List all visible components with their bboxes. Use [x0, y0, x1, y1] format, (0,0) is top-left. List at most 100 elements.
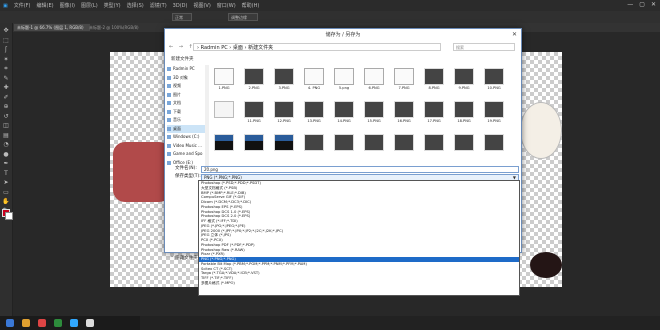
- background-color-swatch[interactable]: [5, 212, 13, 220]
- eraser-tool-icon[interactable]: ◫: [2, 122, 10, 129]
- blur-tool-icon[interactable]: ◔: [2, 141, 10, 148]
- file-item[interactable]: [303, 133, 325, 160]
- file-item[interactable]: 11.PNG: [243, 100, 265, 127]
- file-item[interactable]: 3.PNG: [273, 67, 295, 94]
- dialog-toolbar: 新建文件夹: [165, 55, 521, 63]
- file-name: 10.PNG: [487, 86, 501, 90]
- shape-tool-icon[interactable]: ▭: [2, 189, 10, 196]
- mode-button[interactable]: 正常: [172, 13, 192, 21]
- file-item[interactable]: 12.PNG: [273, 100, 295, 127]
- file-item[interactable]: 4. PNG: [303, 67, 325, 94]
- taskbar-app-icon[interactable]: [86, 319, 94, 327]
- file-item[interactable]: 16.PNG: [393, 100, 415, 127]
- eyedropper-tool-icon[interactable]: ✎: [2, 75, 10, 82]
- file-item[interactable]: [213, 133, 235, 160]
- menu-item[interactable]: 帮助(H): [239, 2, 263, 9]
- file-item[interactable]: 14.PNG: [333, 100, 355, 127]
- brush-tool-icon[interactable]: ✐: [2, 94, 10, 101]
- file-item[interactable]: [393, 133, 415, 160]
- search-input[interactable]: 搜索: [453, 43, 515, 51]
- file-item[interactable]: 2.PNG: [243, 67, 265, 94]
- menu-item[interactable]: 文件(F): [11, 2, 34, 9]
- nav-item[interactable]: 图片: [167, 91, 207, 99]
- type-tool-icon[interactable]: T: [2, 170, 10, 177]
- menu-item[interactable]: 视图(V): [190, 2, 213, 9]
- dodge-tool-icon[interactable]: ●: [2, 151, 10, 158]
- file-item[interactable]: 8.PNG: [423, 67, 445, 94]
- nav-item[interactable]: 视频: [167, 82, 207, 90]
- menu-item[interactable]: 类型(Y): [101, 2, 124, 9]
- nav-item[interactable]: 文档: [167, 99, 207, 107]
- gradient-tool-icon[interactable]: ▤: [2, 132, 10, 139]
- nav-item[interactable]: Windows (C:): [167, 133, 207, 141]
- menu-item[interactable]: 3D(D): [170, 3, 191, 9]
- file-thumbnail: [274, 68, 294, 85]
- file-item[interactable]: 17.PNG: [423, 100, 445, 127]
- menu-item[interactable]: 编辑(E): [34, 2, 57, 9]
- stamp-tool-icon[interactable]: ⊕: [2, 103, 10, 110]
- menu-item[interactable]: 选择(S): [124, 2, 147, 9]
- file-item[interactable]: [213, 100, 235, 127]
- filename-field[interactable]: 20.png: [201, 166, 519, 173]
- file-item[interactable]: 5.png: [333, 67, 355, 94]
- file-item[interactable]: [453, 133, 475, 160]
- taskbar-app-icon[interactable]: [38, 319, 46, 327]
- file-item[interactable]: 13.PNG: [303, 100, 325, 127]
- lasso-tool-icon[interactable]: ʃ: [2, 46, 10, 53]
- menu-item[interactable]: 窗口(W): [214, 2, 239, 9]
- taskbar-app-icon[interactable]: [70, 319, 78, 327]
- new-folder-button[interactable]: 新建文件夹: [171, 56, 194, 62]
- file-item[interactable]: [483, 133, 505, 160]
- history-tool-icon[interactable]: ↺: [2, 113, 10, 120]
- nav-item[interactable]: Radmin PC: [167, 65, 207, 73]
- tab-document-1[interactable]: 未标题-1 @ 66.7% (图层 1, RGB/8): [14, 24, 90, 31]
- menu-item[interactable]: 滤镜(T): [147, 2, 170, 9]
- file-item[interactable]: 7.PNG: [393, 67, 415, 94]
- nav-item[interactable]: Video Music ...: [167, 142, 207, 150]
- nav-item[interactable]: 音乐: [167, 116, 207, 124]
- nav-item[interactable]: 3D 对象: [167, 74, 207, 82]
- file-item[interactable]: 18.PNG: [453, 100, 475, 127]
- move-tool-icon[interactable]: ✥: [2, 27, 10, 34]
- file-item[interactable]: [363, 133, 385, 160]
- nav-scrollbar[interactable]: [205, 65, 209, 169]
- refine-edge-button[interactable]: 调整边缘: [228, 13, 258, 21]
- file-item[interactable]: [243, 133, 265, 160]
- nav-item[interactable]: 下载: [167, 108, 207, 116]
- file-item[interactable]: 6.PNG: [363, 67, 385, 94]
- taskbar-app-icon[interactable]: [54, 319, 62, 327]
- file-item[interactable]: [333, 133, 355, 160]
- nav-item[interactable]: 桌面: [167, 124, 207, 133]
- nav-item[interactable]: Game and Spo: [167, 150, 207, 158]
- breadcrumb[interactable]: › Radmin PC › 桌面 › 新建文件夹: [193, 43, 441, 51]
- taskbar-app-icon[interactable]: [22, 319, 30, 327]
- marquee-tool-icon[interactable]: ⬚: [2, 37, 10, 44]
- nav-item-label: 视频: [173, 83, 181, 88]
- nav-arrows-icon[interactable]: ← → ↑: [169, 44, 195, 50]
- file-thumbnail: [244, 68, 264, 85]
- pen-tool-icon[interactable]: ✒: [2, 160, 10, 167]
- menu-item[interactable]: 图像(I): [57, 2, 78, 9]
- minimize-icon[interactable]: —: [627, 1, 633, 8]
- file-item[interactable]: [273, 133, 295, 160]
- taskbar-app-icon[interactable]: [6, 319, 14, 327]
- maximize-icon[interactable]: ▢: [639, 1, 645, 8]
- hand-tool-icon[interactable]: ✋: [2, 198, 10, 205]
- crop-tool-icon[interactable]: ⌗: [2, 65, 10, 72]
- file-item[interactable]: 10.PNG: [483, 67, 505, 94]
- tab-document-2[interactable]: 未标题-2 @ 100%(RGB/8): [86, 24, 162, 31]
- heal-tool-icon[interactable]: ✚: [2, 84, 10, 91]
- path-tool-icon[interactable]: ➤: [2, 179, 10, 186]
- format-option[interactable]: 多图片格式 (*.MPO): [199, 281, 519, 286]
- file-item[interactable]: 19.PNG: [483, 100, 505, 127]
- file-item[interactable]: 15.PNG: [363, 100, 385, 127]
- close-window-icon[interactable]: ✕: [651, 1, 656, 8]
- file-name: 15.PNG: [367, 119, 381, 123]
- file-item[interactable]: 9.PNG: [453, 67, 475, 94]
- file-item[interactable]: [423, 133, 445, 160]
- menu-item[interactable]: 图层(L): [78, 2, 101, 9]
- hide-folders-button[interactable]: ^ 隐藏文件夹: [170, 255, 198, 261]
- close-icon[interactable]: ✕: [512, 29, 517, 41]
- wand-tool-icon[interactable]: ✶: [2, 56, 10, 63]
- file-item[interactable]: 1.PNG: [213, 67, 235, 94]
